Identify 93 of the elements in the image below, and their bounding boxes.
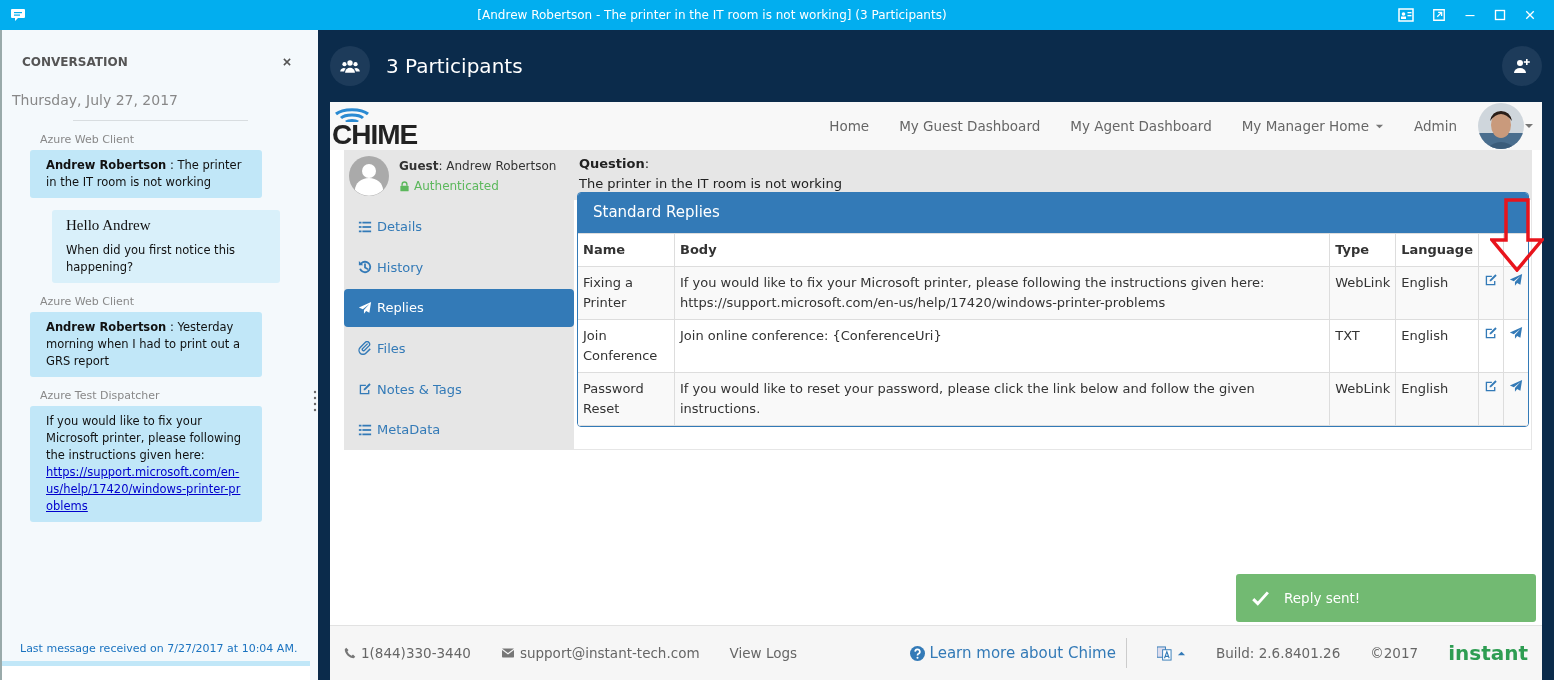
sidebar-tab[interactable]: MetaData [344, 410, 574, 449]
list-icon [358, 422, 372, 437]
people-icon [340, 58, 360, 74]
panel-title: Standard Replies [578, 193, 1528, 233]
message-link[interactable]: https://support.microsoft.com/en-us/help/17420/windows-printer-problems [46, 464, 246, 515]
translate-icon [1156, 645, 1172, 661]
question-label: Question: [579, 155, 651, 173]
help-icon [909, 645, 925, 661]
send-icon [358, 300, 372, 315]
edit-button[interactable] [1484, 326, 1498, 340]
paperclip-icon [358, 341, 372, 356]
edit-icon [1484, 326, 1498, 340]
table-cell: Join Conference [578, 319, 675, 373]
column-header: Body [674, 233, 1330, 267]
table-cell: English [1395, 266, 1479, 320]
check-icon [1250, 589, 1270, 607]
nav-link[interactable]: Admin [1398, 118, 1472, 134]
panel-heading: CONVERSATION [22, 55, 128, 69]
edit-icon [1484, 379, 1498, 393]
drag-handle-icon [313, 390, 317, 412]
column-header: Language [1395, 233, 1479, 267]
support-email: support@instant-tech.com [519, 645, 700, 661]
nav-link[interactable]: My Manager Home [1226, 118, 1399, 134]
guest-name: Guest: Andrew Robertson [399, 158, 557, 175]
sender-name: Azure Test Dispatcher [40, 389, 160, 402]
edit-button[interactable] [1484, 379, 1498, 393]
caret-icon [1524, 121, 1534, 131]
send-button[interactable] [1509, 379, 1523, 393]
window-title: [Andrew Robertson - The printer in the IT room is not working] (3 Participants) [476, 8, 948, 22]
build-number: Build: 2.6.8401.26 [1215, 645, 1341, 661]
message-bubble: Andrew Robertson : The printer in the IT room is not working [30, 150, 262, 198]
contact-card-icon [1398, 7, 1414, 23]
sender-name: Azure Web Client [40, 295, 135, 308]
table-cell: English [1395, 319, 1479, 373]
sidebar-tab[interactable]: Details [344, 207, 574, 246]
table-cell: WebLink [1329, 372, 1396, 426]
phone-icon [344, 647, 356, 659]
toast-message: Reply sent! [1284, 590, 1361, 606]
table-cell: TXT [1329, 319, 1396, 373]
participants-title: 3 Participants [386, 54, 524, 78]
list-icon [358, 219, 372, 234]
sidebar-tab[interactable]: Files [344, 329, 574, 368]
edit-icon [358, 382, 372, 397]
send-button[interactable] [1509, 273, 1523, 287]
chime-logo: CHIME [332, 122, 418, 148]
table-cell: If you would like to reset your password, please click the link below and follow the given instructions. [674, 372, 1330, 426]
nav-link[interactable]: My Agent Dashboard [1055, 118, 1227, 134]
edit-button[interactable] [1484, 273, 1498, 287]
edit-icon [1484, 273, 1498, 287]
table-cell: English [1395, 372, 1479, 426]
send-icon [1509, 326, 1523, 340]
message-input[interactable] [2, 661, 310, 680]
close-icon [1524, 9, 1536, 21]
last-message-status: Last message received on 7/27/2017 at 10:04 AM. [19, 642, 299, 657]
add-participant-button[interactable] [1502, 46, 1542, 86]
message-greeting: Hello Andrew [66, 217, 152, 234]
nav-link[interactable]: Home [814, 118, 885, 134]
instant-logo: instant [1448, 641, 1528, 665]
view-logs-link[interactable]: View Logs [729, 645, 798, 661]
send-icon [1509, 379, 1523, 393]
send-icon [1509, 273, 1523, 287]
message-text: When did you first notice this happening? [66, 242, 237, 276]
maximize-icon [1494, 9, 1506, 21]
language-button[interactable] [1156, 645, 1186, 661]
table-cell: If you would like to fix your Microsoft printer, please following the instructions given here: https://support.microsoft.com/en-us/help/17420/windows-printer-problems [674, 266, 1330, 320]
sidebar-tab[interactable]: Replies [344, 288, 574, 328]
envelope-icon [500, 647, 515, 659]
sidebar-tab[interactable]: History [344, 248, 574, 287]
phone-number: 1(844)330-3440 [361, 645, 471, 661]
nav-link[interactable]: My Guest Dashboard [884, 118, 1056, 134]
auth-status: Authenticated [414, 178, 499, 195]
user-avatar-icon [349, 156, 389, 196]
table-cell: Fixing a Printer [578, 266, 675, 320]
add-person-icon [1513, 58, 1531, 74]
table-cell: WebLink [1329, 266, 1396, 320]
question-text: The printer in the IT room is not working [579, 175, 843, 193]
table-cell: Join online conference: {ConferenceUri} [674, 319, 1330, 373]
history-icon [358, 260, 372, 275]
chat-logo-icon [10, 7, 26, 23]
table-cell: Password Reset [578, 372, 675, 426]
column-header: Name [578, 233, 675, 267]
sender-name: Azure Web Client [40, 133, 135, 146]
copyright: ©2017 [1370, 645, 1419, 661]
sidebar-tab[interactable]: Notes & Tags [344, 369, 574, 409]
message-bubble: Andrew Robertson : Yesterday morning when I had to print out a GRS report [30, 312, 262, 377]
conversation-date: Thursday, July 27, 2017 [11, 91, 179, 108]
column-header: Type [1329, 233, 1396, 267]
close-icon [282, 57, 292, 67]
lock-icon [399, 180, 410, 192]
send-button[interactable] [1509, 326, 1523, 340]
pop-out-icon [1432, 8, 1446, 22]
learn-more-link[interactable]: Learn more about Chime [929, 644, 1116, 662]
message-bubble: If you would like to fix your Microsoft printer, please following the instructions given here: https://support.microsoft.com/en-us/help/17420/windows-printer-problems [30, 406, 262, 522]
